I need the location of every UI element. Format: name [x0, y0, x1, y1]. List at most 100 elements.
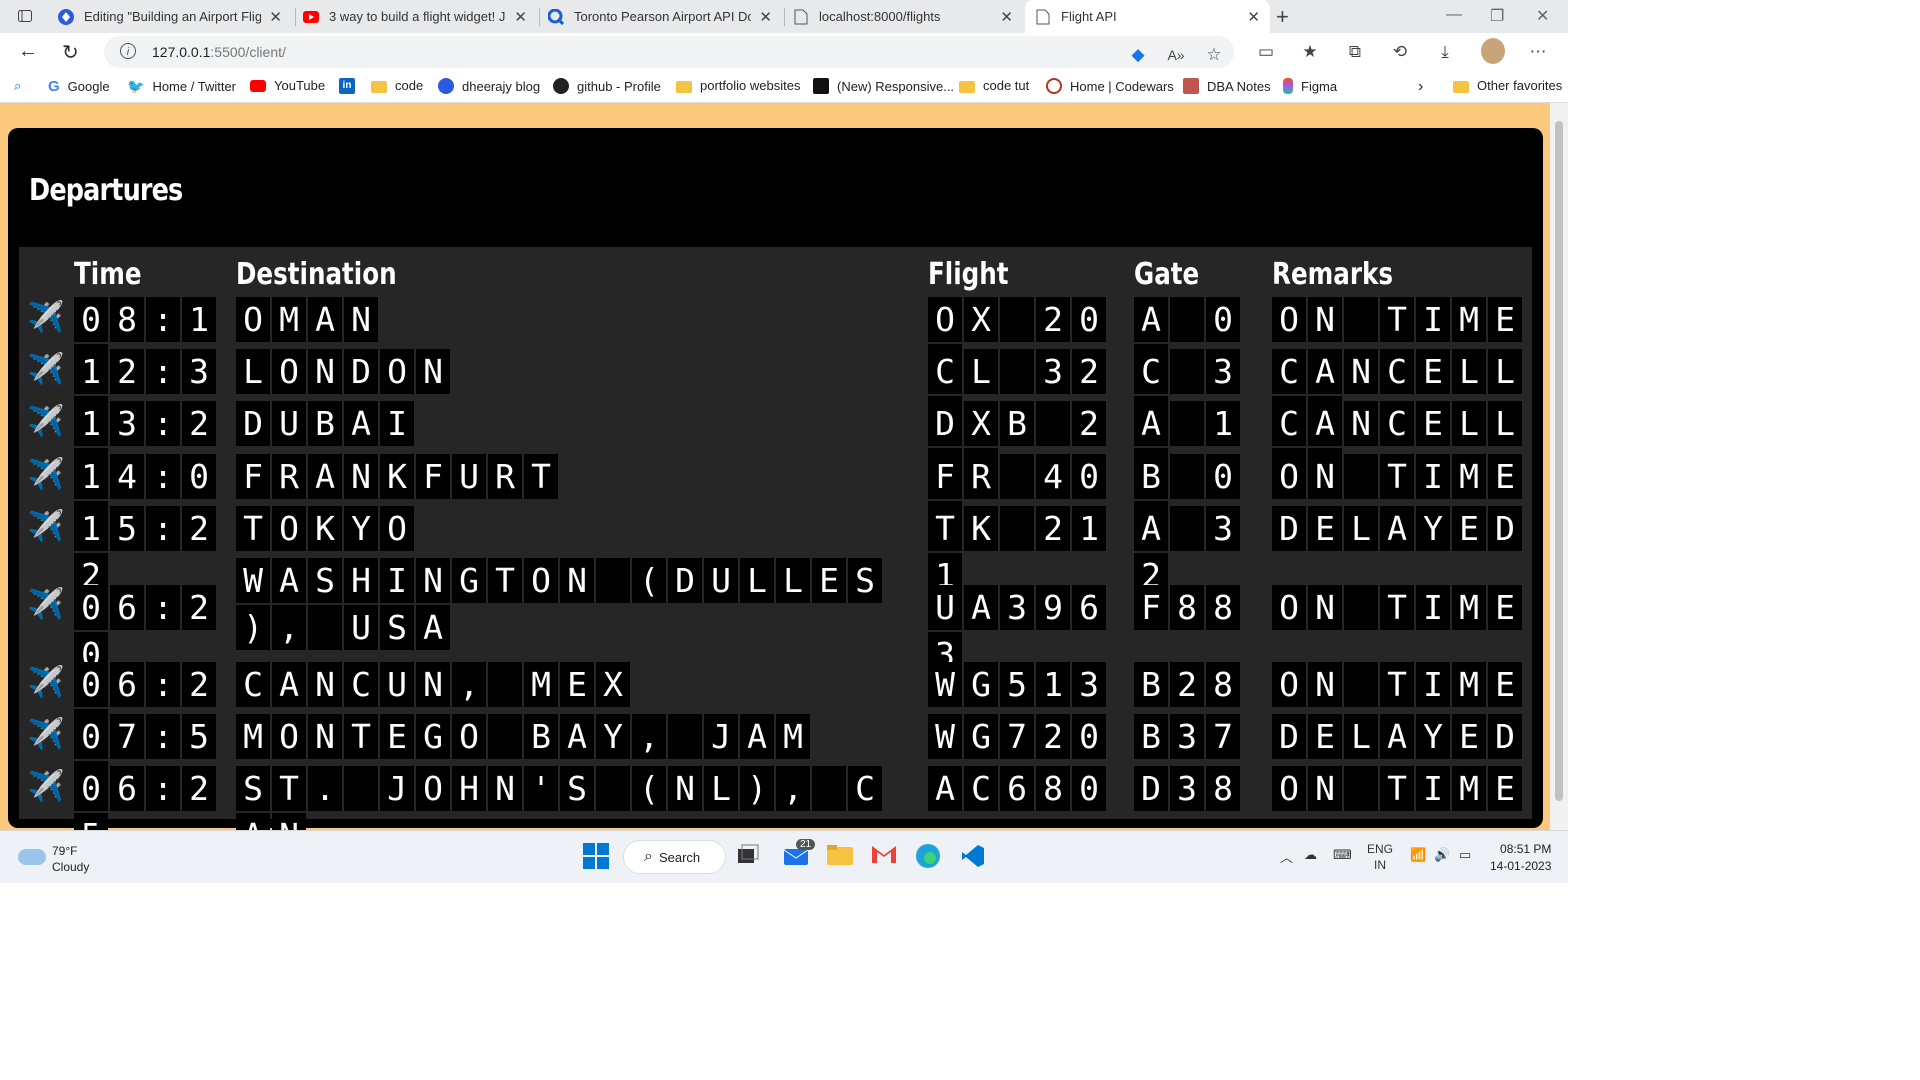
folder-icon — [676, 80, 692, 93]
keyboard-icon[interactable]: ⌨ — [1333, 847, 1352, 863]
system-clock[interactable]: 08:51 PM 14-01-2023 — [1490, 841, 1551, 875]
tab-flight-api[interactable]: Flight API ✕ — [1025, 0, 1270, 33]
tab-wordpress[interactable]: Editing "Building an Airport Flight Widg… — [48, 0, 292, 33]
flap-char: C — [236, 662, 270, 707]
taskbar: 79°F Cloudy ⌕ Search 21 ︿ ☁ ⌨ ENG IN 📶 🔊 ▭ … — [0, 830, 1568, 883]
flap-char: U — [344, 605, 378, 650]
tab-actions-icon[interactable] — [16, 8, 34, 24]
favorites-icon[interactable]: ★ — [1300, 42, 1320, 62]
history-icon[interactable]: ⟲ — [1390, 42, 1410, 62]
back-icon[interactable]: ← — [18, 40, 38, 63]
bookmarks-bar: ⌕ G Google 🐦 Home / Twitter YouTube in cod… — [0, 71, 1568, 103]
bookmark-twitter[interactable]: 🐦 Home / Twitter — [127, 78, 236, 94]
flap-char — [1000, 349, 1034, 394]
flap-char: B — [1000, 401, 1034, 446]
battery-icon[interactable]: ▭ — [1459, 847, 1471, 863]
restore-icon[interactable]: ❐ — [1490, 6, 1504, 26]
new-tab-icon[interactable]: + — [1276, 4, 1289, 30]
flap-char: A — [1134, 297, 1168, 342]
taskbar-search[interactable]: ⌕ Search — [623, 840, 726, 874]
flap-char: L — [1452, 349, 1486, 394]
profile-avatar[interactable] — [1481, 38, 1505, 64]
flap-char: I — [1416, 766, 1450, 811]
vscode-icon[interactable] — [960, 843, 988, 871]
close-tab-icon[interactable]: ✕ — [759, 8, 772, 26]
more-bookmarks-chevron-icon[interactable]: › — [1418, 78, 1423, 96]
flap-char: N — [344, 454, 378, 499]
flap-char: L — [1344, 506, 1378, 551]
flap-char: 3 — [1206, 506, 1240, 551]
flight-destination-cell: DUBAI — [236, 401, 414, 446]
bookmark-folder-code-tut[interactable]: code tut — [959, 78, 1029, 93]
onedrive-icon[interactable]: ☁ — [1304, 847, 1317, 863]
bookmark-responsive[interactable]: (New) Responsive... — [813, 78, 954, 94]
bookmark-youtube[interactable]: YouTube — [250, 78, 325, 93]
flap-char: O — [272, 714, 306, 759]
wifi-icon[interactable]: 📶 — [1410, 847, 1426, 863]
flap-char: X — [964, 401, 998, 446]
site-info-icon[interactable]: i — [120, 43, 136, 59]
more-menu-icon[interactable]: ⋯ — [1528, 42, 1548, 62]
windows-start-icon[interactable] — [583, 843, 611, 871]
flap-char: 5 — [182, 714, 216, 759]
edge-browser-icon[interactable] — [915, 843, 943, 871]
bookmark-linkedin[interactable]: in — [339, 78, 363, 94]
flap-char: N — [488, 766, 522, 811]
language-indicator[interactable]: ENG IN — [1367, 841, 1393, 873]
address-bar[interactable]: i 127.0.0.1:5500/client/ ◆ A» ☆ — [104, 36, 1234, 68]
flap-char: T — [1380, 585, 1414, 630]
flap-char: A — [236, 813, 270, 830]
tab-youtube[interactable]: 3 way to build a flight widget! Ja ✕ — [293, 0, 537, 33]
read-aloud-icon[interactable]: A» — [1166, 45, 1186, 65]
close-tab-icon[interactable]: ✕ — [269, 8, 282, 26]
search-icon[interactable]: ⌕ — [14, 78, 21, 94]
bookmark-github[interactable]: github - Profile — [553, 78, 661, 94]
flap-char: W — [928, 714, 962, 759]
bookmark-dba-notes[interactable]: DBA Notes — [1183, 78, 1271, 94]
tab-localhost[interactable]: localhost:8000/flights ✕ — [783, 0, 1023, 33]
flight-gate-cell: F88 — [1134, 585, 1240, 630]
flap-char: 0 — [74, 662, 108, 707]
flap-char: W — [928, 662, 962, 707]
flap-char: 0 — [74, 585, 108, 630]
bookmark-codewars[interactable]: Home | Codewars — [1046, 78, 1174, 94]
volume-icon[interactable]: 🔊 — [1434, 847, 1450, 863]
file-explorer-icon[interactable] — [826, 843, 854, 871]
flap-char: K — [964, 506, 998, 551]
close-tab-icon[interactable]: ✕ — [1000, 8, 1013, 26]
flap-char: U — [928, 585, 962, 630]
bookmark-google[interactable]: G Google — [48, 78, 110, 95]
flight-destination-cell: LONDON — [236, 349, 450, 394]
gmail-icon[interactable] — [871, 843, 899, 871]
mail-icon[interactable]: 21 — [782, 839, 816, 871]
bookmark-other-favorites[interactable]: Other favorites — [1453, 78, 1562, 93]
task-view-icon[interactable] — [736, 843, 764, 871]
show-hidden-icons-icon[interactable]: ︿ — [1280, 847, 1293, 866]
bookmark-dheerajy-blog[interactable]: dheerajy blog — [438, 78, 540, 94]
youtube-icon — [250, 79, 266, 92]
page-scrollbar[interactable] — [1550, 103, 1568, 830]
blog-icon — [438, 78, 454, 94]
bookmark-figma[interactable]: Figma — [1283, 78, 1337, 94]
cast-icon[interactable]: ▭ — [1256, 42, 1276, 62]
url-text[interactable]: 127.0.0.1:5500/client/ — [152, 44, 286, 60]
collections-icon[interactable]: ⧉ — [1345, 42, 1365, 62]
tab-api-docs[interactable]: Toronto Pearson Airport API Docs ✕ — [538, 0, 782, 33]
flap-char: I — [1416, 454, 1450, 499]
flap-char: U — [704, 558, 738, 603]
close-tab-icon[interactable]: ✕ — [514, 8, 527, 26]
bookmark-folder-code[interactable]: code — [371, 78, 423, 93]
minimize-icon[interactable]: — — [1446, 6, 1462, 24]
scrollbar-thumb[interactable] — [1555, 121, 1563, 801]
bookmark-folder-portfolio[interactable]: portfolio websites — [676, 78, 800, 93]
flap-char: C — [848, 766, 882, 811]
close-tab-icon[interactable]: ✕ — [1247, 8, 1260, 26]
shopping-tag-icon[interactable]: ◆ — [1128, 45, 1148, 65]
close-window-icon[interactable]: ✕ — [1536, 6, 1549, 26]
flap-char: E — [812, 558, 846, 603]
download-icon[interactable]: ⤓ — [1435, 42, 1455, 62]
flap-char — [596, 558, 630, 603]
refresh-icon[interactable]: ↻ — [62, 40, 79, 65]
add-favorite-icon[interactable]: ☆ — [1204, 45, 1224, 65]
flap-char: A — [1380, 506, 1414, 551]
